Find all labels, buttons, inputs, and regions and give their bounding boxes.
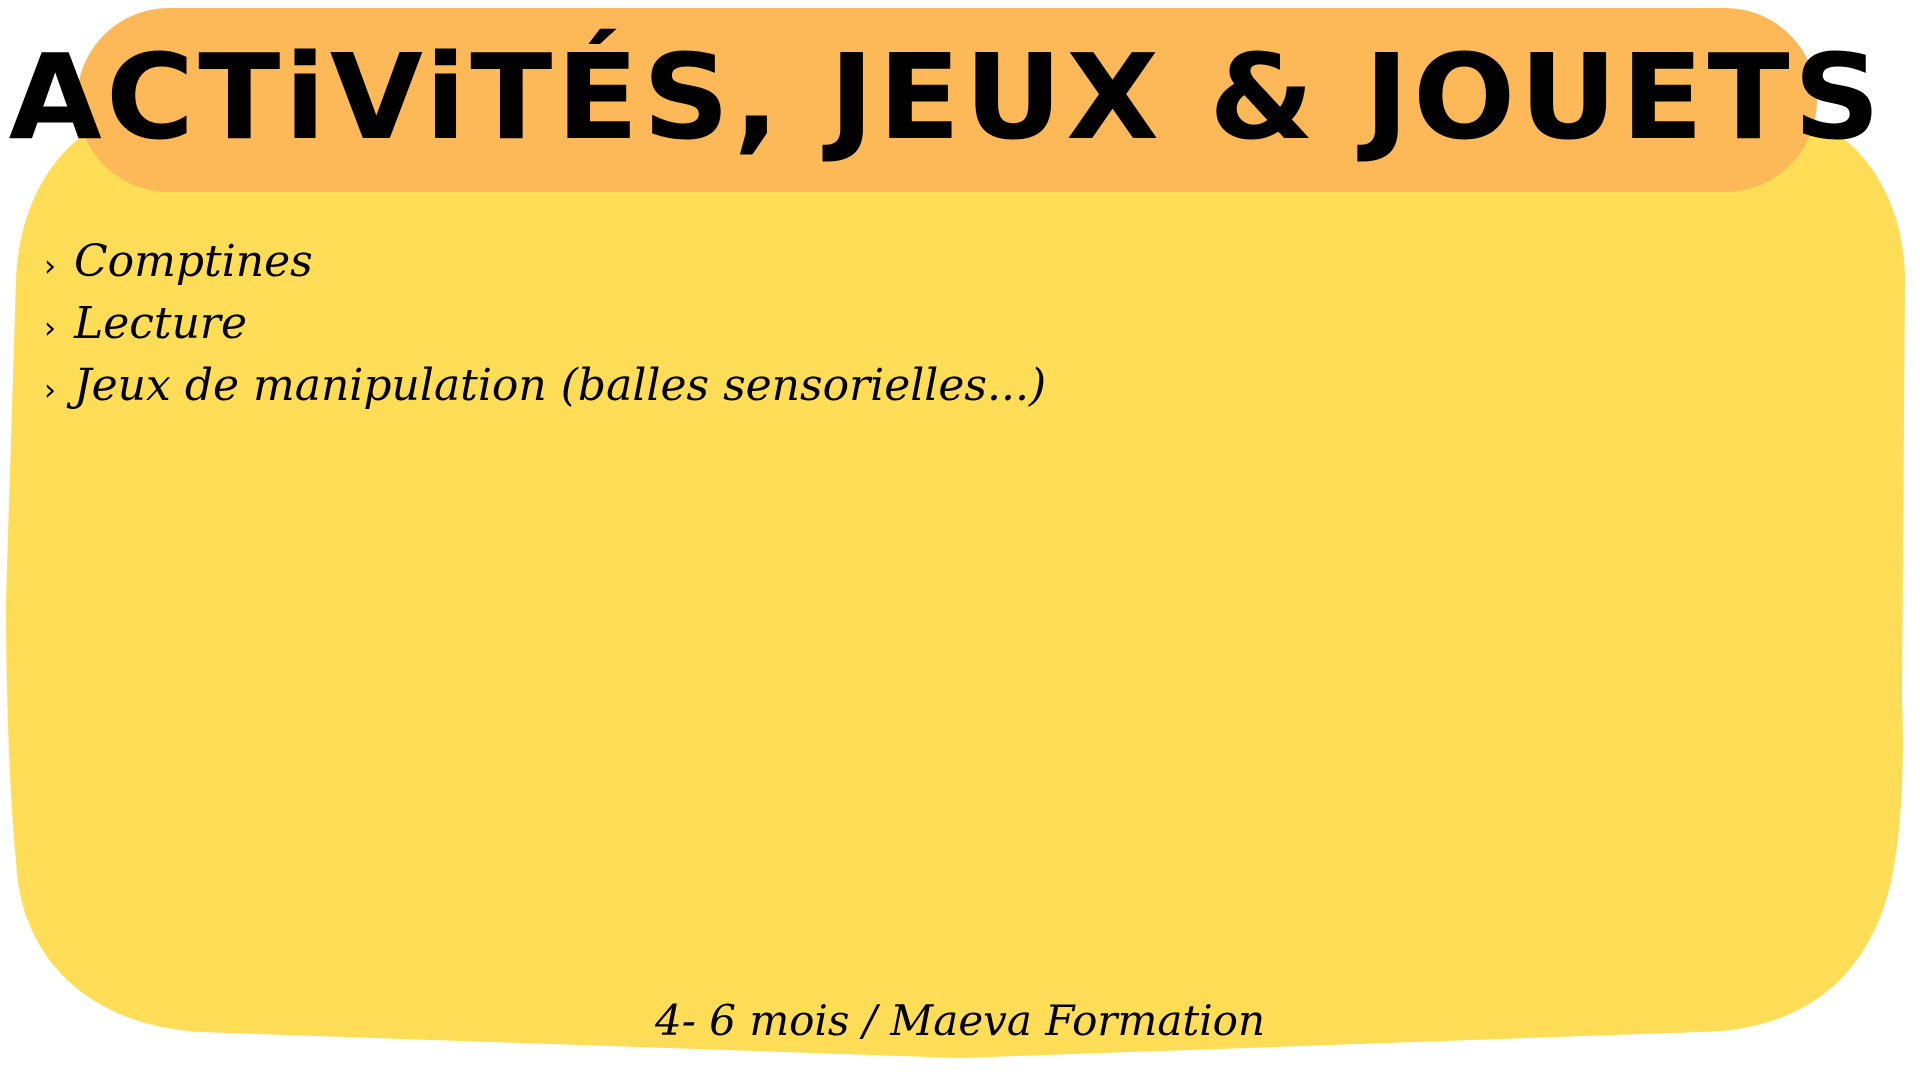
- title-banner: ACTiViTÉS, JEUX & JOUETS: [9, 8, 1881, 192]
- list-item: › Jeux de manipulation (balles sensoriel…: [44, 360, 1046, 422]
- page-title: ACTiViTÉS, JEUX & JOUETS: [9, 28, 1885, 166]
- list-item-label: Lecture: [74, 298, 247, 349]
- list-item-label: Comptines: [74, 236, 313, 287]
- list-item: › Lecture: [44, 298, 1046, 360]
- footer-caption: 4- 6 mois / Maeva Formation: [654, 996, 1266, 1045]
- activity-list: › Comptines › Lecture › Jeux de manipula…: [44, 236, 1046, 422]
- chevron-right-icon: ›: [44, 373, 56, 408]
- slide: ACTiViTÉS, JEUX & JOUETS › Comptines › L…: [0, 0, 1920, 1080]
- list-item: › Comptines: [44, 236, 1046, 298]
- chevron-right-icon: ›: [44, 311, 56, 346]
- chevron-right-icon: ›: [44, 249, 56, 284]
- list-item-label: Jeux de manipulation (balles sensorielle…: [74, 360, 1047, 411]
